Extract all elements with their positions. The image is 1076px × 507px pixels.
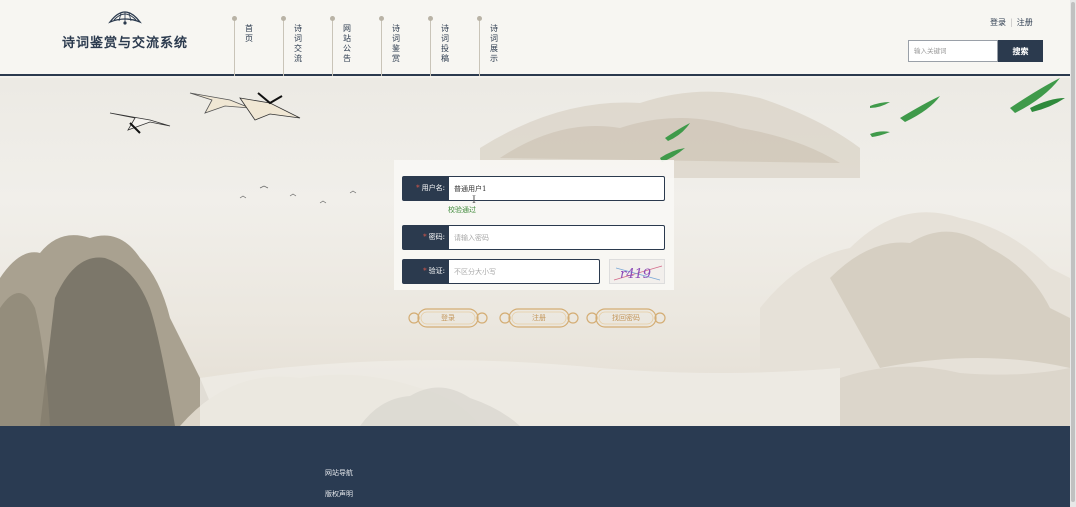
nav-label: 诗词投稿 xyxy=(441,24,449,63)
captcha-label-box: * 验证: xyxy=(403,260,449,283)
vertical-scrollbar[interactable] xyxy=(1070,0,1076,507)
password-field: * 密码: xyxy=(402,225,665,250)
login-button-label: 登录 xyxy=(441,314,455,322)
nav-item-home[interactable]: 首页 xyxy=(232,16,283,76)
footer-link-site-nav[interactable]: 网站导航 xyxy=(325,468,353,478)
captcha-text: r419 xyxy=(620,267,651,282)
login-button[interactable]: 登录 xyxy=(408,305,488,331)
register-button[interactable]: 注册 xyxy=(499,305,579,331)
username-field: * 用户名: xyxy=(402,176,665,201)
forgot-password-button[interactable]: 找回密码 xyxy=(586,305,666,331)
required-star: * xyxy=(423,233,427,241)
required-star: * xyxy=(423,267,427,275)
forgot-password-label: 找回密码 xyxy=(612,314,640,322)
search-button[interactable]: 搜索 xyxy=(998,40,1043,62)
main-nav: 首页 诗词交流 网站公告 诗词鉴赏 诗词投稿 诗词展示 xyxy=(232,16,528,76)
footer-link-copyright[interactable]: 版权声明 xyxy=(325,489,353,499)
nav-label: 诗词交流 xyxy=(294,24,302,63)
password-input[interactable] xyxy=(449,226,663,249)
auth-links: 登录 | 注册 xyxy=(990,17,1033,28)
captcha-label: 验证: xyxy=(428,267,445,275)
nav-item-appreciation[interactable]: 诗词鉴赏 xyxy=(379,16,430,76)
nav-label: 诗词展示 xyxy=(490,24,498,63)
username-input[interactable] xyxy=(449,177,663,200)
username-validation-hint: 校验通过 xyxy=(448,206,476,214)
nav-item-announcements[interactable]: 网站公告 xyxy=(330,16,381,76)
register-button-label: 注册 xyxy=(532,314,546,322)
scrollbar-thumb[interactable] xyxy=(1071,2,1075,502)
nav-item-submission[interactable]: 诗词投稿 xyxy=(428,16,479,76)
username-label-box: * 用户名: xyxy=(403,177,449,200)
password-label-box: * 密码: xyxy=(403,226,449,249)
nav-label: 网站公告 xyxy=(343,24,351,63)
register-link[interactable]: 注册 xyxy=(1017,18,1033,27)
password-label: 密码: xyxy=(428,233,445,241)
captcha-image[interactable]: r419 xyxy=(609,259,665,284)
site-footer: 网站导航 版权声明 xyxy=(0,426,1070,507)
search-input[interactable] xyxy=(908,40,998,62)
captcha-input[interactable] xyxy=(449,260,598,283)
nav-item-showcase[interactable]: 诗词展示 xyxy=(477,16,528,76)
captcha-noise: r419 xyxy=(613,265,663,282)
site-header: 诗词鉴赏与交流系统 首页 诗词交流 网站公告 诗词鉴赏 诗词投稿 诗词展示 登录… xyxy=(0,0,1070,76)
nav-label: 首页 xyxy=(245,24,253,43)
auth-separator: | xyxy=(1010,18,1013,27)
login-link[interactable]: 登录 xyxy=(990,18,1006,27)
site-logo[interactable]: 诗词鉴赏与交流系统 xyxy=(60,8,190,51)
captcha-field: * 验证: xyxy=(402,259,600,284)
fan-logo-icon xyxy=(108,11,142,25)
nav-label: 诗词鉴赏 xyxy=(392,24,400,63)
required-star: * xyxy=(416,184,420,192)
site-title: 诗词鉴赏与交流系统 xyxy=(61,36,188,51)
nav-item-poetry-exchange[interactable]: 诗词交流 xyxy=(281,16,332,76)
username-label: 用户名: xyxy=(421,184,445,192)
